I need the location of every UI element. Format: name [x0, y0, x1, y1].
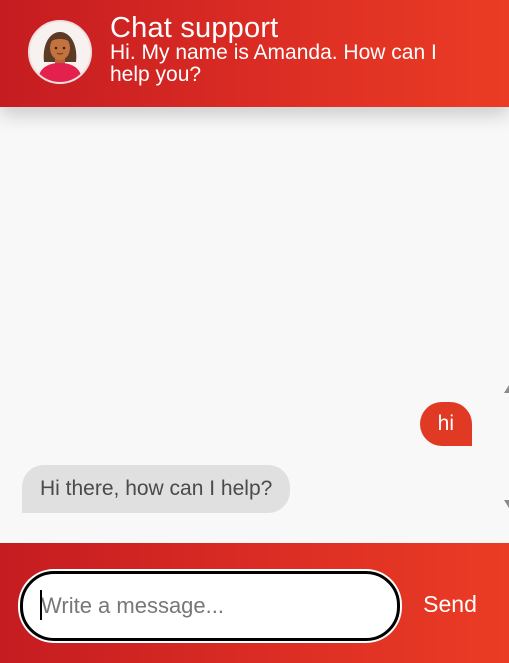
user-message-bubble: hi: [419, 402, 472, 446]
send-button[interactable]: Send: [404, 578, 496, 630]
scroll-down-arrow-icon[interactable]: [504, 500, 509, 508]
agent-message-bubble: Hi there, how can I help?: [22, 465, 291, 513]
woman-avatar-icon: [30, 22, 90, 82]
agent-avatar: [28, 20, 92, 84]
text-caret: [40, 590, 42, 620]
chat-subtitle: Hi. My name is Amanda. How can I help yo…: [110, 41, 437, 86]
scroll-up-arrow-icon[interactable]: [504, 385, 509, 393]
message-input[interactable]: [39, 584, 373, 628]
message-list[interactable]: hi Hi there, how can I help?: [0, 107, 509, 543]
composer-bar: Send: [0, 543, 509, 663]
message-input-container: [20, 571, 400, 641]
chat-title: Chat support: [110, 12, 279, 44]
chat-header: Chat support Hi. My name is Amanda. How …: [0, 0, 509, 107]
